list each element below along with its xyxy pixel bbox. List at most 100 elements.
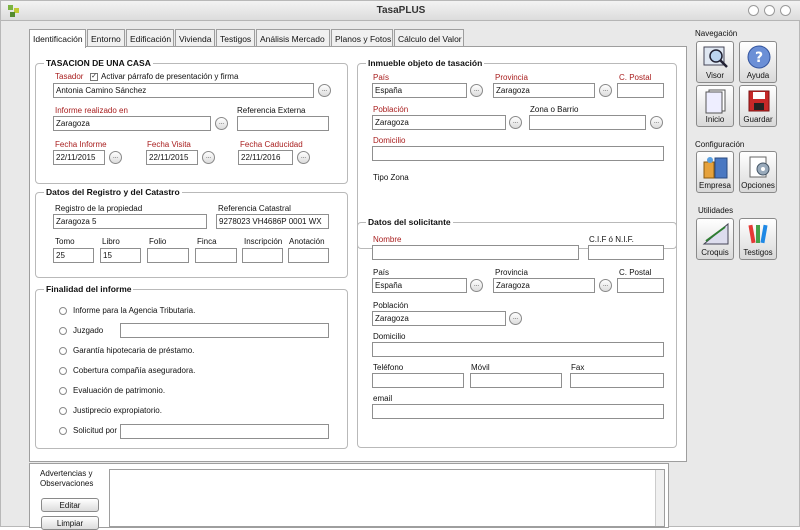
sol-provincia-field[interactable]: Zaragoza (493, 278, 595, 293)
editar-button[interactable]: Editar (41, 498, 99, 512)
finalidad-radio-aseguradora[interactable] (59, 367, 67, 375)
anotacion-field[interactable] (288, 248, 329, 263)
registro-group: Datos del Registro y del Catastro Regist… (35, 187, 348, 278)
email-label: email (373, 394, 393, 403)
fecha-informe-label: Fecha Informe (55, 140, 107, 149)
testigos-button[interactable]: Testigos (739, 218, 777, 260)
zona-picker-button[interactable]: ... (650, 116, 663, 129)
domicilio-field[interactable] (372, 146, 664, 161)
guardar-button[interactable]: Guardar (739, 85, 777, 127)
registro-label: Registro de la propiedad (55, 204, 143, 213)
solicitud-field[interactable] (120, 424, 329, 439)
observaciones-textarea[interactable] (109, 469, 665, 527)
finalidad-group: Finalidad del informe Informe para la Ag… (35, 284, 348, 449)
cpostal-field[interactable] (617, 83, 664, 98)
telefono-field[interactable] (372, 373, 464, 388)
fax-field[interactable] (570, 373, 664, 388)
close-button[interactable] (780, 5, 791, 16)
finca-field[interactable] (195, 248, 237, 263)
registro-field[interactable]: Zaragoza 5 (53, 214, 207, 229)
fecha-informe-picker-button[interactable]: ... (109, 151, 122, 164)
activar-checkbox[interactable]: ✓ (90, 73, 98, 81)
maximize-button[interactable] (764, 5, 775, 16)
advertencias-label: Advertencias y Observaciones (40, 469, 94, 488)
limpiar-button[interactable]: Limpiar (41, 516, 99, 530)
tasador-field[interactable]: Antonia Camino Sánchez (53, 83, 314, 98)
ref-catastral-label: Referencia Catastral (218, 204, 291, 213)
informe-picker-button[interactable]: ... (215, 117, 228, 130)
croquis-button[interactable]: Croquis (696, 218, 734, 260)
sol-poblacion-label: Población (373, 301, 409, 310)
magnifier-icon (703, 46, 728, 68)
zona-field[interactable] (529, 115, 646, 130)
opciones-button[interactable]: Opciones (739, 151, 777, 193)
finalidad-option-solicitud: Solicitud por (73, 426, 118, 435)
fecha-visita-field[interactable]: 22/11/2015 (146, 150, 198, 165)
provincia-field[interactable]: Zaragoza (493, 83, 595, 98)
tab-entorno[interactable]: Entorno (87, 29, 125, 47)
provincia-label: Provincia (495, 73, 528, 82)
sol-poblacion-picker-button[interactable]: ... (509, 312, 522, 325)
tab-testigos[interactable]: Testigos (216, 29, 255, 47)
tipo-zona-label: Tipo Zona (373, 173, 409, 182)
empresa-button[interactable]: Empresa (696, 151, 734, 193)
pais-picker-button[interactable]: ... (470, 84, 483, 97)
tab-planos-fotos[interactable]: Planos y Fotos (331, 29, 393, 47)
tab-analisis-mercado[interactable]: Análisis Mercado (256, 29, 330, 47)
libro-field[interactable]: 15 (100, 248, 141, 263)
minimize-button[interactable] (748, 5, 759, 16)
poblacion-field[interactable]: Zaragoza (372, 115, 506, 130)
finalidad-radio-juzgado[interactable] (59, 327, 67, 335)
fecha-visita-picker-button[interactable]: ... (202, 151, 215, 164)
sol-cpostal-field[interactable] (617, 278, 664, 293)
tab-edificacion[interactable]: Edificación (126, 29, 174, 47)
nombre-field[interactable] (372, 245, 579, 260)
finalidad-radio-patrimonio[interactable] (59, 387, 67, 395)
tab-vivienda[interactable]: Vivienda (175, 29, 215, 47)
sol-provincia-picker-button[interactable]: ... (599, 279, 612, 292)
tab-identificacion[interactable]: Identificación (29, 29, 86, 48)
sol-poblacion-field[interactable]: Zaragoza (372, 311, 506, 326)
poblacion-picker-button[interactable]: ... (509, 116, 522, 129)
sol-pais-field[interactable]: España (372, 278, 467, 293)
domicilio-label: Domicilio (373, 136, 406, 145)
finalidad-radio-solicitud[interactable] (59, 427, 67, 435)
inscripcion-label: Inscripción (244, 237, 283, 246)
movil-label: Móvil (471, 363, 490, 372)
finalidad-radio-hipotecaria[interactable] (59, 347, 67, 355)
inscripcion-field[interactable] (242, 248, 283, 263)
ref-externa-field[interactable] (237, 116, 329, 131)
tasacion-group: TASACION DE UNA CASA Tasador ✓ Activar p… (35, 58, 348, 184)
informe-field[interactable]: Zaragoza (53, 116, 211, 131)
tomo-field[interactable]: 25 (53, 248, 94, 263)
inmueble-title: Inmueble objeto de tasación (366, 58, 485, 68)
guardar-label: Guardar (743, 115, 773, 124)
movil-field[interactable] (470, 373, 562, 388)
fecha-caducidad-picker-button[interactable]: ... (297, 151, 310, 164)
ayuda-button[interactable]: ? Ayuda (739, 41, 777, 83)
cif-field[interactable] (588, 245, 664, 260)
pais-field[interactable]: España (372, 83, 467, 98)
finalidad-option-hipotecaria: Garantía hipotecaria de préstamo. (73, 346, 195, 355)
finalidad-option-aseguradora: Cobertura compañía aseguradora. (73, 366, 196, 375)
folio-field[interactable] (147, 248, 189, 263)
sol-pais-picker-button[interactable]: ... (470, 279, 483, 292)
finalidad-radio-agencia[interactable] (59, 307, 67, 315)
observaciones-scrollbar[interactable] (655, 470, 664, 526)
tasador-picker-button[interactable]: ... (318, 84, 331, 97)
finalidad-option-patrimonio: Evaluación de patrimonio. (73, 386, 166, 395)
empresa-label: Empresa (698, 181, 731, 190)
fecha-caducidad-field[interactable]: 22/11/2016 (238, 150, 293, 165)
juzgado-field[interactable] (120, 323, 329, 338)
provincia-picker-button[interactable]: ... (599, 84, 612, 97)
sol-domicilio-field[interactable] (372, 342, 664, 357)
ref-catastral-field[interactable]: 9278023 VH4686P 0001 WX (216, 214, 329, 229)
inicio-button[interactable]: Inicio (696, 85, 734, 127)
email-field[interactable] (372, 404, 664, 419)
visor-button[interactable]: Visor (696, 41, 734, 83)
finalidad-radio-justiprecio[interactable] (59, 407, 67, 415)
fecha-informe-field[interactable]: 22/11/2015 (53, 150, 105, 165)
utilidades-label: Utilidades (698, 206, 734, 215)
tab-calculo-valor[interactable]: Cálculo del Valor (394, 29, 464, 47)
title-bar: TasaPLUS (1, 1, 800, 21)
